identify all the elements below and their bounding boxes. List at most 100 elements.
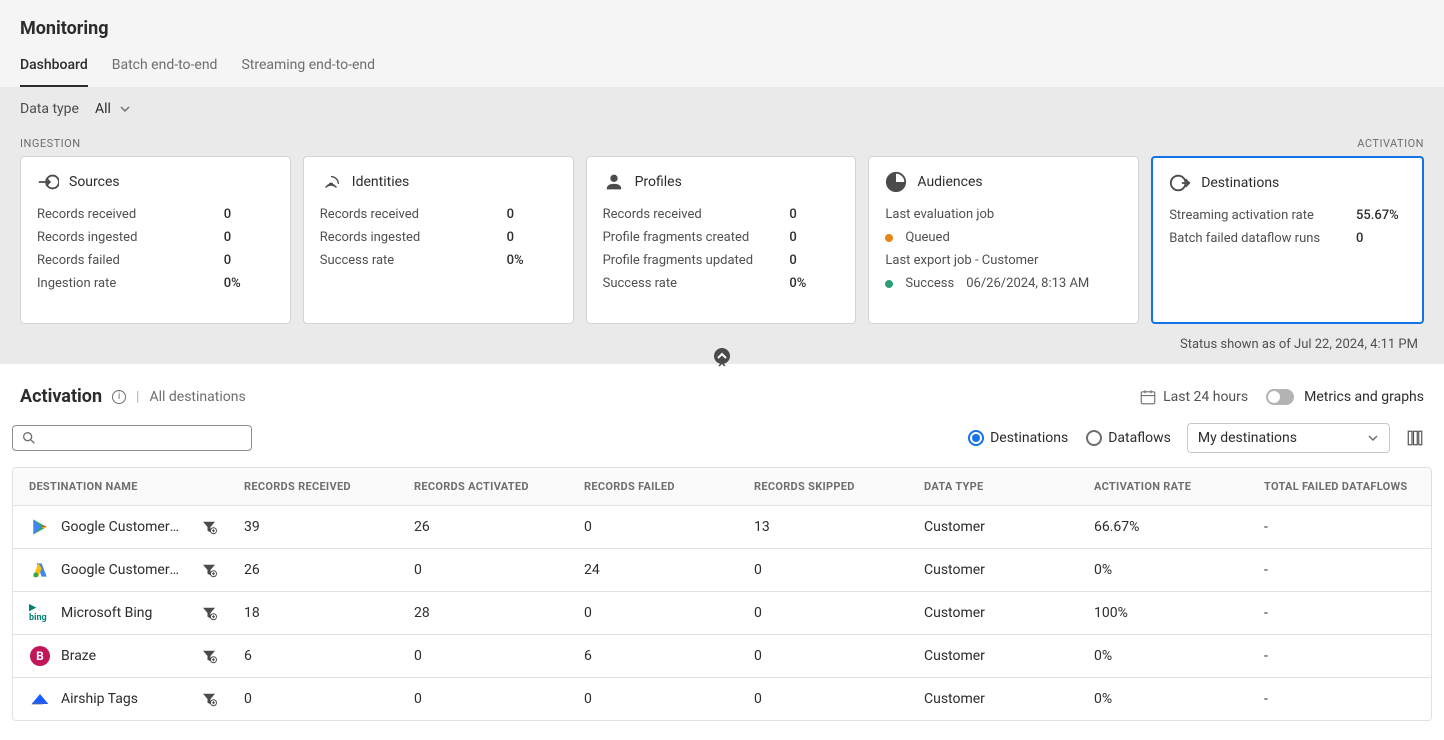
stat-value: 0 — [224, 207, 274, 222]
cell-activation-rate: 0% — [1078, 635, 1248, 677]
row-filter-button[interactable] — [200, 604, 218, 622]
stat-value: 0 — [789, 230, 839, 245]
row-filter-button[interactable] — [200, 690, 218, 708]
card-sources-title: Sources — [69, 174, 120, 190]
cell-failed-dataflows: - — [1248, 592, 1431, 634]
card-destinations[interactable]: Destinations Streaming activation rate55… — [1151, 156, 1424, 324]
cell-destination-name: Google Customer M — [13, 506, 228, 548]
row-filter-button[interactable] — [200, 518, 218, 536]
stat-value: 0 — [789, 253, 839, 268]
tab-dashboard[interactable]: Dashboard — [20, 57, 88, 87]
table-row[interactable]: BBraze6060Customer0%- — [13, 635, 1431, 678]
scope-select[interactable]: My destinations — [1187, 423, 1390, 453]
cell-destination-name: ▶ bingMicrosoft Bing — [13, 592, 228, 634]
chevron-down-icon — [1367, 432, 1379, 444]
cell-records-activated: 26 — [398, 506, 568, 548]
status-dot-success-icon — [885, 280, 893, 288]
fingerprint-icon — [320, 171, 342, 193]
radio-destinations[interactable]: Destinations — [968, 430, 1068, 446]
search-input[interactable] — [43, 431, 243, 446]
stat-label: Records received — [603, 207, 702, 222]
card-audiences[interactable]: Audiences Last evaluation job Queued Las… — [868, 156, 1139, 324]
col-records-activated[interactable]: RECORDS ACTIVATED — [398, 468, 568, 505]
radio-checked-icon — [968, 430, 984, 446]
info-icon[interactable]: i — [112, 390, 126, 404]
card-profiles-title: Profiles — [635, 174, 682, 190]
cell-records-failed: 0 — [568, 506, 738, 548]
stat-label: Ingestion rate — [37, 276, 116, 291]
time-range-label: Last 24 hours — [1163, 389, 1248, 405]
tab-streaming-end-to-end[interactable]: Streaming end-to-end — [241, 57, 375, 87]
cell-activation-rate: 0% — [1078, 678, 1248, 720]
cell-records-received: 6 — [228, 635, 398, 677]
table-header: DESTINATION NAME RECORDS RECEIVED RECORD… — [13, 468, 1431, 506]
table-row[interactable]: ▶ bingMicrosoft Bing182800Customer100%- — [13, 592, 1431, 635]
col-records-received[interactable]: RECORDS RECEIVED — [228, 468, 398, 505]
audiences-icon — [885, 171, 907, 193]
cell-records-failed: 0 — [568, 592, 738, 634]
section-label-ingestion: INGESTION — [20, 137, 81, 150]
stat-label: Profile fragments updated — [603, 253, 753, 268]
stat-label: Streaming activation rate — [1169, 208, 1314, 223]
stat-label: Batch failed dataflow runs — [1169, 231, 1320, 246]
status-dot-queued-icon — [885, 234, 893, 242]
tab-batch-end-to-end[interactable]: Batch end-to-end — [112, 57, 218, 87]
destination-name: Google Customer M — [61, 562, 181, 578]
stat-value: 0 — [224, 253, 274, 268]
col-data-type[interactable]: DATA TYPE — [908, 468, 1078, 505]
cell-failed-dataflows: - — [1248, 678, 1431, 720]
cards: Sources Records received 0 Records ingest… — [20, 156, 1424, 324]
view-radio-group: Destinations Dataflows — [968, 430, 1171, 446]
col-activation-rate[interactable]: ACTIVATION RATE — [1078, 468, 1248, 505]
destination-logo-icon — [29, 516, 51, 538]
destinations-icon — [1169, 172, 1191, 194]
time-range-selector[interactable]: Last 24 hours — [1139, 388, 1248, 406]
card-profiles[interactable]: Profiles Records received 0 Profile fragm… — [586, 156, 857, 324]
metrics-toggle-label: Metrics and graphs — [1304, 389, 1424, 405]
stat-value: 0 — [789, 207, 839, 222]
search-box[interactable] — [12, 425, 252, 451]
section-label-activation: ACTIVATION — [1357, 137, 1424, 150]
col-records-skipped[interactable]: RECORDS SKIPPED — [738, 468, 908, 505]
column-settings-button[interactable] — [1406, 429, 1424, 447]
cell-records-received: 26 — [228, 549, 398, 591]
filter-data-type-value: All — [95, 101, 111, 117]
svg-text:AIRSHIP: AIRSHIP — [32, 702, 44, 706]
cell-records-received: 39 — [228, 506, 398, 548]
cell-records-received: 0 — [228, 678, 398, 720]
radio-dataflows-label: Dataflows — [1108, 430, 1171, 446]
row-filter-button[interactable] — [200, 647, 218, 665]
col-destination-name[interactable]: DESTINATION NAME — [13, 468, 228, 505]
export-time: 06/26/2024, 8:13 AM — [966, 276, 1089, 291]
table-row[interactable]: AIRSHIPAirship Tags0000Customer0%- — [13, 678, 1431, 720]
stat-value: 0% — [224, 276, 274, 291]
card-sources[interactable]: Sources Records received0 Records ingest… — [20, 156, 291, 324]
table-toolbar: Destinations Dataflows My destinations — [0, 417, 1444, 467]
row-filter-button[interactable] — [200, 561, 218, 579]
card-destinations-title: Destinations — [1201, 175, 1279, 191]
card-identities[interactable]: Identities Records received0 Records ing… — [303, 156, 574, 324]
cell-records-received: 18 — [228, 592, 398, 634]
col-total-failed-dataflows[interactable]: TOTAL FAILED DATAFLOWS — [1248, 468, 1431, 505]
metrics-toggle[interactable] — [1266, 389, 1294, 405]
cell-activation-rate: 66.67% — [1078, 506, 1248, 548]
cell-records-failed: 6 — [568, 635, 738, 677]
radio-dataflows[interactable]: Dataflows — [1086, 430, 1171, 446]
filter-data-type-select[interactable]: All — [95, 101, 131, 117]
table-row[interactable]: Google Customer M260240Customer0%- — [13, 549, 1431, 592]
cell-activation-rate: 100% — [1078, 592, 1248, 634]
cell-records-skipped: 0 — [738, 592, 908, 634]
filter-bar: Data type All INGESTION ACTIVATION Sourc… — [0, 87, 1444, 364]
stat-label: Records received — [320, 207, 419, 222]
cell-records-activated: 0 — [398, 549, 568, 591]
last-export-label: Last export job - Customer — [885, 253, 1122, 268]
cell-failed-dataflows: - — [1248, 506, 1431, 548]
stat-label: Records ingested — [37, 230, 137, 245]
status-timestamp: Status shown as of Jul 22, 2024, 4:11 PM — [1180, 327, 1438, 352]
stat-label: Success rate — [320, 253, 394, 268]
col-records-failed[interactable]: RECORDS FAILED — [568, 468, 738, 505]
collapse-handle[interactable] — [710, 346, 734, 370]
cell-records-skipped: 0 — [738, 549, 908, 591]
cell-records-activated: 28 — [398, 592, 568, 634]
table-row[interactable]: Google Customer M3926013Customer66.67%- — [13, 506, 1431, 549]
